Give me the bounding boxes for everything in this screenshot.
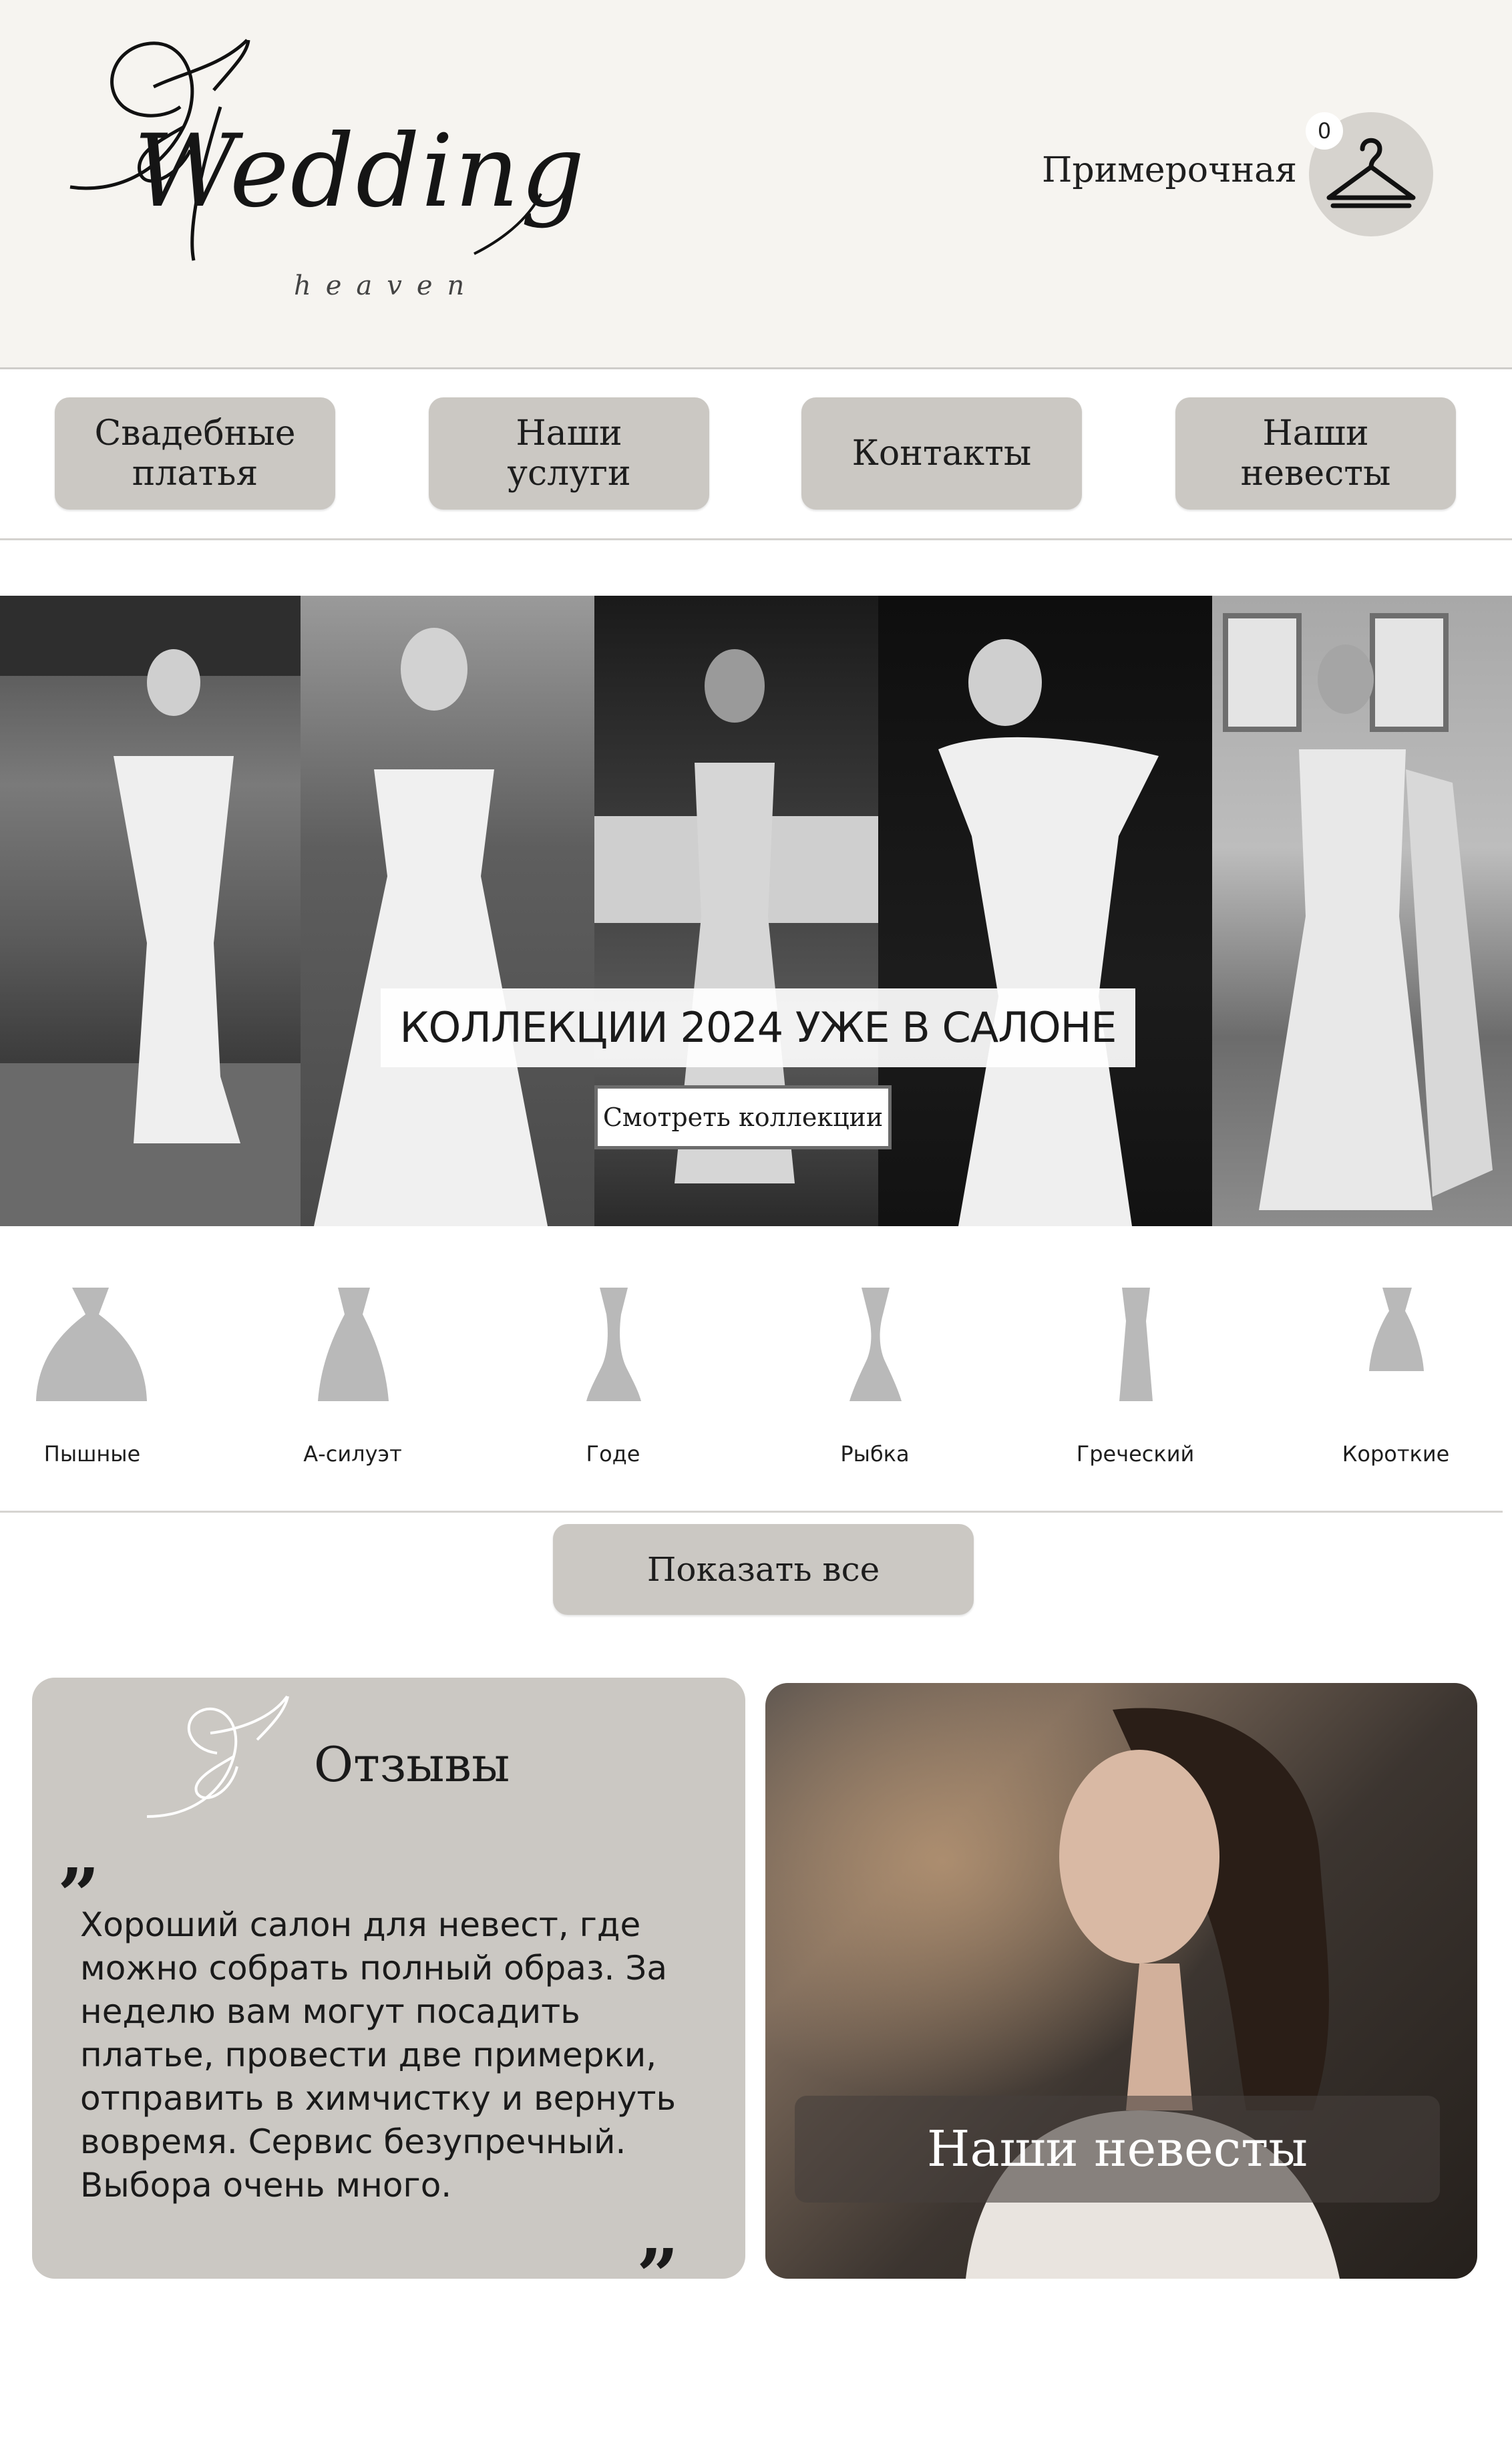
bride-photo-4 (878, 596, 1212, 1226)
butterfly-icon (146, 1695, 289, 1818)
show-all-button[interactable]: Показать все (553, 1524, 974, 1615)
reviews-title: Отзывы (314, 1736, 510, 1793)
quote-close-icon: „ (638, 2191, 680, 2277)
banner-title: КОЛЛЕКЦИИ 2024 УЖЕ В САЛОНЕ (381, 988, 1135, 1067)
bride-photo-2 (301, 596, 594, 1226)
silhouettes-divider (0, 1511, 1503, 1513)
logo-subtitle: heaven (294, 270, 480, 301)
silhouette-label: Пышные (43, 1441, 141, 1467)
view-collections-button[interactable]: Смотреть коллекции (594, 1085, 892, 1149)
silhouette-label: А-силуэт (303, 1441, 402, 1467)
nav-our-brides[interactable]: Наши невесты (1175, 397, 1456, 510)
bride-photo-5 (1212, 596, 1512, 1226)
fitting-room-link[interactable]: Примерочная (1042, 150, 1297, 190)
silhouette-label: Рыбка (840, 1441, 910, 1467)
logo-wordmark: Wedding (134, 114, 586, 230)
bride-photo-1 (0, 596, 301, 1226)
quote-open-icon: „ (59, 1810, 101, 1896)
cart-count-badge: 0 (1306, 112, 1343, 150)
review-text: Хороший салон для невест, где можно собр… (80, 1905, 676, 2205)
nav-contacts[interactable]: Контакты (801, 397, 1082, 510)
silhouette-label: Греческий (1076, 1441, 1195, 1467)
silhouette-label: Короткие (1342, 1441, 1450, 1467)
nav-divider (0, 538, 1512, 540)
nav-our-services[interactable]: Наши услуги (429, 397, 709, 510)
silhouette-label: Годе (586, 1441, 640, 1467)
nav-wedding-dresses[interactable]: Свадебные платья (55, 397, 335, 510)
our-brides-label[interactable]: Наши невесты (795, 2096, 1440, 2203)
